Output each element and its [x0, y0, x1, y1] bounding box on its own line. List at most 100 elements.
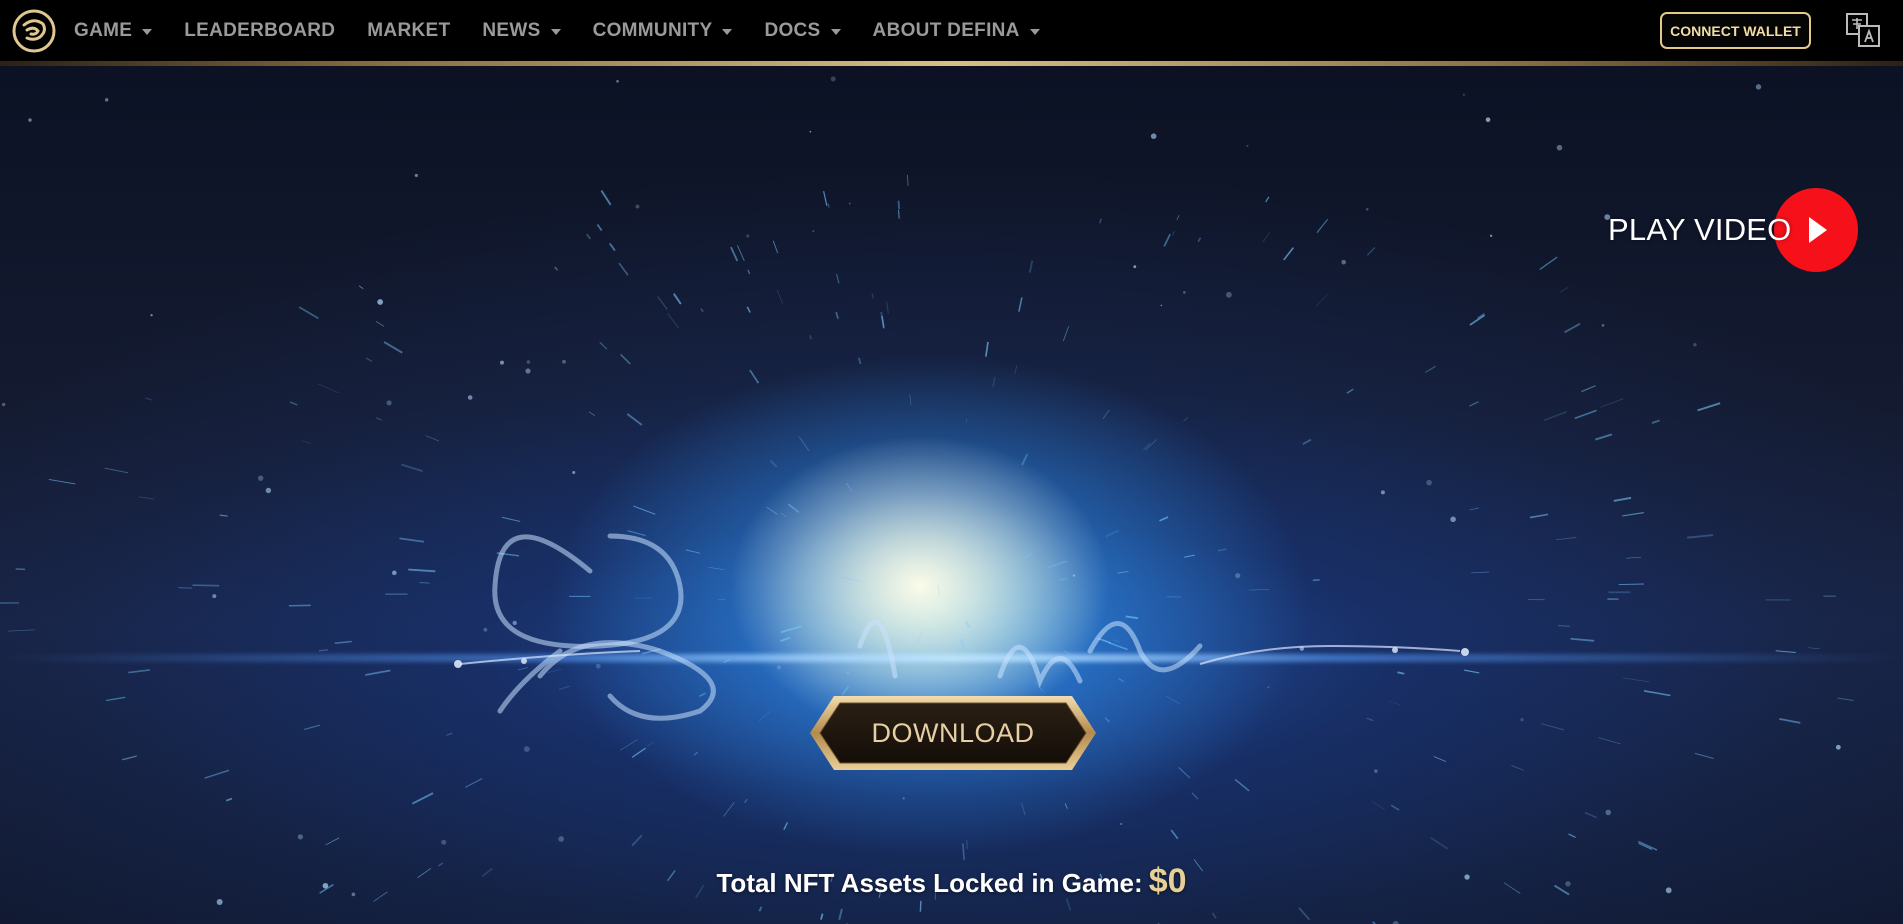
top-navbar: GAME LEADERBOARD MARKET NEWS COMMUNITY DOCS AB…: [0, 0, 1903, 61]
translate-icon[interactable]: [1845, 12, 1881, 48]
particle-streak: [289, 401, 298, 406]
particle-streak: [693, 751, 699, 756]
particle-streak: [857, 357, 862, 365]
page: GAME LEADERBOARD MARKET NEWS COMMUNITY DOCS AB…: [0, 0, 1903, 924]
locked-value: $0: [1148, 862, 1187, 900]
particle-dot: [1225, 291, 1232, 298]
play-video-button[interactable]: PLAY VIDEO: [1608, 188, 1858, 272]
particle-streak: [744, 798, 748, 804]
particle-streak: [626, 413, 643, 426]
particle-streak: [1564, 323, 1581, 334]
particle-streak: [1595, 433, 1613, 441]
nav-item-label: ABOUT DEFINA: [872, 19, 1020, 41]
nav-item-leaderboard[interactable]: LEADERBOARD: [184, 20, 335, 42]
particle-dot: [1755, 84, 1762, 90]
particle-streak: [1581, 385, 1596, 393]
particle-dot: [902, 797, 905, 800]
nav-item-label: GAME: [74, 19, 133, 41]
particle-streak: [1469, 314, 1486, 326]
particle-streak: [1430, 836, 1449, 850]
nav-item-market[interactable]: MARKET: [367, 20, 450, 42]
particle-streak: [145, 397, 153, 401]
particle-streak: [325, 837, 340, 846]
particle-dot: [1246, 144, 1249, 147]
navbar-gold-divider: [0, 61, 1903, 66]
particle-streak: [1028, 260, 1034, 273]
particle-dot: [265, 487, 272, 494]
nav-item-label: DOCS: [764, 19, 821, 41]
particle-streak: [1837, 697, 1854, 702]
download-button[interactable]: DOWNLOAD: [810, 696, 1096, 770]
particle-streak: [1064, 803, 1068, 809]
particle-streak: [783, 822, 789, 830]
particle-streak: [365, 357, 373, 362]
connect-wallet-button[interactable]: CONNECT WALLET: [1660, 12, 1811, 49]
particle-streak: [673, 293, 682, 305]
particle-streak: [620, 353, 631, 365]
particle-dot: [1133, 265, 1137, 269]
particle-streak: [838, 908, 843, 920]
particle-streak: [700, 307, 704, 313]
particle-streak: [1694, 752, 1714, 759]
particle-streak: [608, 242, 616, 252]
particle-dot: [1489, 234, 1493, 238]
nft-locked-stat: Total NFT Assets Locked in Game: $0: [0, 862, 1903, 901]
particle-streak: [375, 321, 385, 327]
particle-streak: [1559, 286, 1569, 293]
particle-dot: [414, 173, 418, 178]
particle-streak: [798, 436, 810, 452]
chevron-down-icon: [550, 28, 561, 35]
particle-streak: [376, 417, 383, 421]
particle-streak: [1315, 294, 1328, 307]
chevron-down-icon: [1029, 28, 1040, 35]
particle-streak: [317, 383, 340, 394]
particle-dot: [1365, 208, 1369, 211]
particle-streak: [304, 724, 320, 730]
particle-streak: [1018, 297, 1023, 312]
particle-streak: [204, 769, 230, 779]
particle-dot: [1556, 144, 1563, 151]
particle-streak: [769, 459, 778, 468]
nav-item-label: MARKET: [367, 19, 451, 41]
nav-item-about-defina[interactable]: ABOUT DEFINA: [873, 20, 1040, 42]
particle-dot: [848, 202, 851, 205]
particle-streak: [730, 246, 739, 262]
particle-dot: [1605, 809, 1612, 816]
chevron-down-icon: [830, 28, 841, 35]
particle-streak: [1686, 534, 1714, 539]
nav-item-game[interactable]: GAME: [74, 19, 153, 42]
particle-dot: [1462, 93, 1465, 96]
nav-item-community[interactable]: COMMUNITY: [593, 20, 733, 42]
particle-streak: [1622, 512, 1644, 517]
particle-streak: [836, 273, 840, 284]
particle-streak: [1197, 237, 1202, 243]
particle-streak: [1574, 409, 1597, 420]
particle-dot: [558, 836, 565, 842]
particle-dot: [499, 360, 504, 365]
particle-streak: [554, 266, 559, 271]
particle-dot: [1485, 117, 1491, 122]
particle-streak: [1469, 401, 1479, 407]
particle-dot: [1520, 717, 1524, 722]
particle-streak: [1316, 218, 1329, 234]
particle-streak: [747, 269, 751, 275]
particle-streak: [1211, 912, 1217, 919]
particle-streak: [1618, 583, 1644, 586]
particle-streak: [966, 839, 969, 850]
particle-streak: [408, 568, 436, 573]
particle-dot: [1835, 744, 1841, 750]
particle-streak: [657, 296, 668, 310]
particle-streak: [1651, 419, 1660, 424]
nav-item-docs[interactable]: DOCS: [764, 19, 841, 42]
particle-streak: [1775, 650, 1796, 653]
particle-dot: [212, 594, 217, 599]
play-icon: [1809, 217, 1827, 243]
particle-streak: [1283, 247, 1294, 261]
particle-streak: [1540, 722, 1565, 731]
particle-streak: [1543, 410, 1568, 422]
particle-streak: [776, 289, 783, 304]
defina-logo-icon[interactable]: [12, 9, 56, 53]
nav-item-news[interactable]: NEWS: [482, 20, 561, 42]
particle-streak: [1539, 256, 1558, 270]
particle-streak: [1021, 453, 1029, 466]
